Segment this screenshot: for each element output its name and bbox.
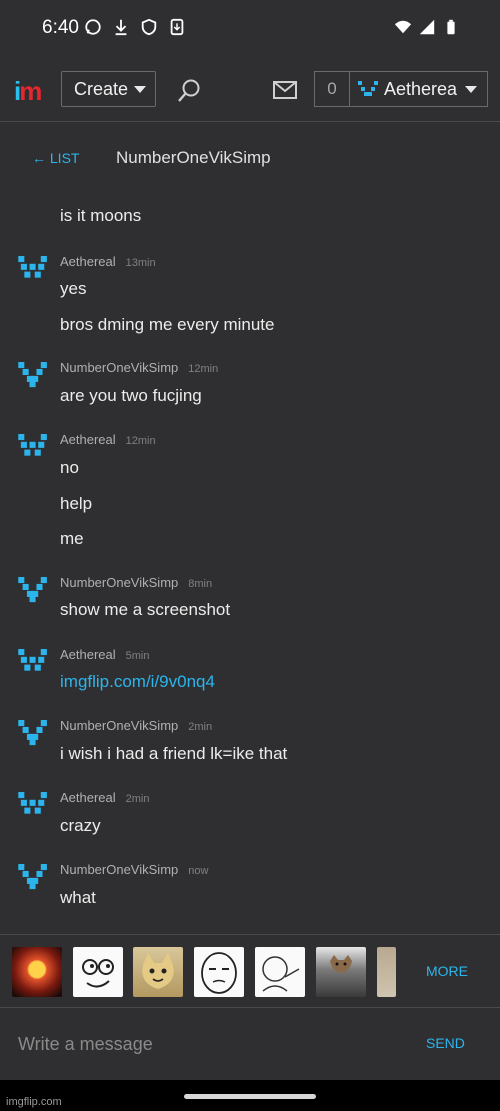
message-author[interactable]: Aethereal	[60, 647, 116, 662]
home-gesture-pill[interactable]	[184, 1094, 316, 1099]
message-author[interactable]: NumberOneVikSimp	[60, 575, 178, 590]
message-text: i wish i had a friend lk=ike that	[60, 744, 288, 763]
message-author[interactable]: Aethereal	[60, 790, 116, 805]
thread-title: NumberOneVikSimp	[116, 148, 271, 167]
message-text: what	[60, 888, 96, 907]
message-author-line: Aethereal 12min	[60, 432, 156, 447]
user-avatar-icon[interactable]	[16, 256, 50, 282]
meme-thumb-wojak[interactable]	[255, 947, 305, 997]
message-author-line: Aethereal 13min	[60, 254, 156, 269]
battery-icon	[447, 19, 455, 35]
message-author[interactable]: Aethereal	[60, 432, 116, 447]
meme-thumb-okay[interactable]	[194, 947, 244, 997]
user-avatar-icon[interactable]	[16, 792, 50, 818]
message-text: crazy	[60, 816, 101, 835]
user-label: Aetherea	[384, 78, 458, 99]
message-author-line: NumberOneVikSimp now	[60, 862, 208, 877]
meme-thumb-ceiling-cat[interactable]	[316, 947, 366, 997]
signal-icon	[419, 19, 435, 35]
message-text: yes	[60, 279, 87, 298]
search-icon[interactable]	[176, 78, 202, 104]
user-avatar-icon	[358, 81, 378, 96]
status-left-icons	[84, 18, 186, 36]
status-bar: 6:40	[0, 0, 500, 56]
message-author-line: Aethereal 2min	[60, 790, 150, 805]
mail-icon[interactable]	[272, 80, 298, 100]
download-box-icon	[170, 18, 184, 36]
message-text: me	[60, 529, 84, 548]
message-timestamp: 2min	[188, 721, 213, 733]
send-button[interactable]: SEND	[426, 1035, 465, 1051]
message-author[interactable]: NumberOneVikSimp	[60, 718, 178, 733]
user-avatar-icon[interactable]	[16, 577, 50, 603]
message-timestamp: now	[188, 865, 209, 877]
system-nav-bar: imgflip.com	[0, 1080, 500, 1111]
message-author[interactable]: Aethereal	[60, 254, 116, 269]
shield-icon	[141, 18, 157, 36]
wifi-icon	[394, 20, 412, 34]
message-author-line: NumberOneVikSimp 8min	[60, 575, 212, 590]
user-avatar-icon[interactable]	[16, 649, 50, 675]
top-nav: im Create 0 Aetherea	[0, 56, 500, 122]
user-avatar-icon[interactable]	[16, 362, 50, 388]
message-text: help	[60, 493, 93, 513]
user-avatar-icon[interactable]	[16, 720, 50, 746]
message-link[interactable]: imgflip.com/i/9v0nq4	[60, 672, 215, 692]
message-timestamp: 2min	[125, 793, 150, 805]
message-timestamp: 12min	[125, 435, 156, 447]
message-text: no	[60, 458, 79, 477]
message-text: bros dming me every minute	[60, 314, 275, 334]
meme-thumb-nuke[interactable]	[12, 947, 62, 997]
create-label: Create	[74, 78, 129, 99]
message-author[interactable]: NumberOneVikSimp	[60, 360, 178, 375]
imgflip-watermark: imgflip.com	[6, 1096, 62, 1108]
notification-count[interactable]: 0	[314, 71, 350, 107]
message-text: show me a screenshot	[60, 600, 231, 619]
thread-header: ← LIST NumberOneVikSimp	[0, 140, 500, 176]
message-author[interactable]: NumberOneVikSimp	[60, 862, 178, 877]
user-avatar-icon[interactable]	[16, 864, 50, 890]
compose-area: SEND	[0, 1008, 500, 1080]
meme-thumb-partial[interactable]	[377, 947, 396, 997]
whatsapp-icon	[85, 19, 101, 35]
back-to-list-link[interactable]: ← LIST	[32, 150, 79, 166]
meme-thumb-cat[interactable]	[133, 947, 183, 997]
download-icon	[115, 19, 127, 36]
user-menu-button[interactable]: Aetherea	[349, 71, 488, 107]
status-time: 6:40	[42, 17, 79, 38]
meme-picker-bar: MORE	[0, 934, 500, 1008]
more-memes-button[interactable]: MORE	[426, 963, 468, 979]
message-timestamp: 12min	[188, 363, 219, 375]
message-timestamp: 8min	[188, 578, 213, 590]
message-text: is it moons	[60, 206, 142, 225]
message-author-line: NumberOneVikSimp 2min	[60, 718, 212, 733]
message-author-line: Aethereal 5min	[60, 647, 150, 662]
imgflip-logo[interactable]: im	[14, 76, 42, 107]
message-timestamp: 13min	[125, 257, 156, 269]
chevron-down-icon	[134, 85, 147, 93]
message-text: are you two fucjing	[60, 386, 202, 405]
message-timestamp: 5min	[125, 650, 150, 662]
meme-thumb-rage[interactable]	[73, 947, 123, 997]
create-button[interactable]: Create	[61, 71, 156, 107]
message-input[interactable]	[0, 1008, 400, 1080]
status-right-icons	[394, 18, 460, 36]
user-avatar-icon[interactable]	[16, 434, 50, 460]
chevron-down-icon	[465, 85, 478, 93]
message-author-line: NumberOneVikSimp 12min	[60, 360, 218, 375]
